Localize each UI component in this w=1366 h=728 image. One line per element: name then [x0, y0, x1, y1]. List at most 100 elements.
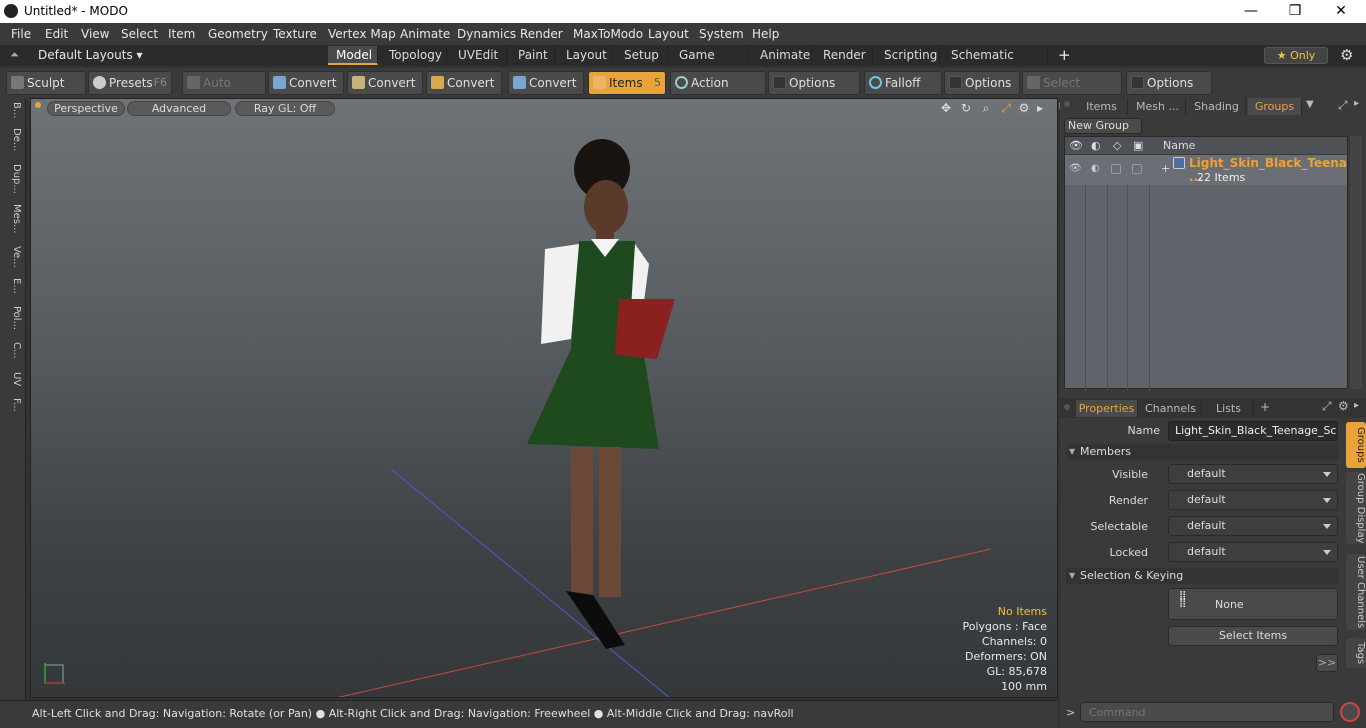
- presets-button[interactable]: Presets F6: [88, 71, 172, 95]
- visibility-toggle-icon[interactable]: 👁: [1069, 163, 1082, 174]
- tab-animate[interactable]: Animate: [752, 46, 812, 65]
- menu-item[interactable]: Item: [168, 27, 195, 41]
- items-mode-button[interactable]: Items 5: [588, 71, 666, 95]
- selection-keying-section[interactable]: Selection & Keying: [1066, 568, 1338, 584]
- left-tab-basic[interactable]: B...: [4, 102, 22, 118]
- tab-items[interactable]: Items: [1076, 98, 1128, 115]
- locked-dropdown[interactable]: default: [1168, 542, 1338, 562]
- menu-geometry[interactable]: Geometry: [208, 27, 268, 41]
- tab-properties[interactable]: Properties: [1076, 400, 1138, 417]
- tab-uvedit[interactable]: UVEdit: [450, 46, 507, 65]
- gear-icon[interactable]: ⚙: [1338, 399, 1349, 413]
- tab-model[interactable]: Model: [328, 46, 378, 65]
- groups-list[interactable]: 👁 ◐ ◇ ▣ Name 👁 ◐ + Light_Skin_Black_Teen…: [1064, 136, 1348, 390]
- menu-animate[interactable]: Animate: [400, 27, 450, 41]
- name-field[interactable]: Light_Skin_Black_Teenage_Schoo: [1168, 421, 1338, 441]
- action-center-button[interactable]: Action Center: [670, 71, 766, 112]
- left-tab-curve[interactable]: C...: [4, 342, 22, 359]
- menu-dynamics[interactable]: Dynamics: [457, 27, 516, 41]
- menu-system[interactable]: System: [699, 27, 744, 41]
- panel-menu-icon[interactable]: [1064, 101, 1070, 107]
- menu-view[interactable]: View: [81, 27, 109, 41]
- tab-schematic-fusion[interactable]: Schematic Fusion: [943, 46, 1048, 81]
- tab-groups[interactable]: Groups: [1248, 98, 1302, 115]
- action-center-options-button[interactable]: Options: [768, 71, 860, 95]
- left-tab-uv[interactable]: UV: [4, 372, 22, 386]
- convert-polygons-button[interactable]: Convert: [426, 71, 502, 95]
- panel-menu-icon[interactable]: [1064, 404, 1070, 410]
- panel-arrow-icon[interactable]: ▸: [1354, 98, 1359, 109]
- menu-help[interactable]: Help: [752, 27, 779, 41]
- falloff-options-button[interactable]: Options: [944, 71, 1020, 95]
- side-tab-user-channels[interactable]: User Channels: [1346, 554, 1366, 630]
- left-tab-deform[interactable]: De...: [4, 128, 22, 151]
- groups-scrollbar[interactable]: [1350, 136, 1362, 389]
- left-tab-polygon[interactable]: Pol...: [4, 306, 22, 330]
- convert-edges-button[interactable]: Convert: [347, 71, 423, 95]
- side-tab-tags[interactable]: Tags: [1346, 638, 1366, 668]
- left-tab-vertex[interactable]: Ve...: [4, 246, 22, 268]
- command-input[interactable]: [1080, 702, 1334, 722]
- render-dropdown[interactable]: default: [1168, 490, 1338, 510]
- tab-render[interactable]: Render: [815, 46, 873, 65]
- render-toggle-icon[interactable]: ◐: [1091, 163, 1100, 174]
- menu-layout[interactable]: Layout: [648, 27, 689, 41]
- left-tab-edge[interactable]: E...: [4, 278, 22, 294]
- 3d-viewport[interactable]: Perspective Advanced Ray GL: Off ✥ ↻ ⌕ ⤢…: [30, 98, 1058, 698]
- render-column-icon[interactable]: ◐: [1091, 139, 1101, 152]
- only-toggle[interactable]: ★ Only: [1264, 47, 1328, 64]
- left-tab-duplicate[interactable]: Dup...: [4, 164, 22, 194]
- select-toggle[interactable]: [1111, 164, 1121, 174]
- tab-paint[interactable]: Paint: [510, 46, 555, 65]
- gear-icon[interactable]: ⚙: [1340, 46, 1353, 64]
- select-column-icon[interactable]: ◇: [1113, 139, 1121, 152]
- tab-shading[interactable]: Shading: [1188, 98, 1246, 115]
- falloff-button[interactable]: Falloff: [864, 71, 942, 95]
- group-row[interactable]: 👁 ◐ + Light_Skin_Black_Teena ... 22 Item…: [1065, 155, 1347, 185]
- tab-lists[interactable]: Lists: [1204, 400, 1254, 417]
- auto-select-button[interactable]: Auto Select: [182, 71, 266, 112]
- selectable-dropdown[interactable]: default: [1168, 516, 1338, 536]
- convert-materials-button[interactable]: Convert: [508, 71, 584, 95]
- menu-maxtomodo[interactable]: MaxToModo: [573, 27, 643, 41]
- expand-icon[interactable]: ⤢: [1322, 399, 1332, 414]
- menu-file[interactable]: File: [11, 27, 31, 41]
- left-tab-mesh-edit[interactable]: Mes...: [4, 204, 22, 234]
- lock-toggle[interactable]: [1132, 164, 1142, 174]
- sculpt-button[interactable]: Sculpt: [6, 71, 86, 95]
- tab-mesh[interactable]: Mesh ...: [1130, 98, 1186, 115]
- members-section[interactable]: Members: [1066, 444, 1338, 460]
- expand-group-icon[interactable]: +: [1161, 162, 1170, 175]
- menu-select[interactable]: Select: [121, 27, 158, 41]
- close-button[interactable]: ✕: [1318, 0, 1364, 23]
- none-button[interactable]: ⁞⁞ ⁞⁞ None: [1168, 588, 1338, 620]
- lock-column-icon[interactable]: ▣: [1133, 139, 1143, 152]
- maximize-button[interactable]: ❐: [1272, 0, 1318, 23]
- more-button[interactable]: >>: [1316, 654, 1338, 672]
- tab-setup[interactable]: Setup: [616, 46, 668, 65]
- tab-game-tools[interactable]: Game Tools: [671, 46, 749, 81]
- side-tab-groups[interactable]: Groups: [1346, 422, 1366, 468]
- new-group-button[interactable]: New Group: [1064, 118, 1142, 134]
- tab-channels[interactable]: Channels: [1140, 400, 1202, 417]
- add-layout-button[interactable]: +: [1058, 46, 1071, 64]
- tab-topology[interactable]: Topology: [381, 46, 447, 65]
- panel-arrow-icon[interactable]: ▸: [1354, 400, 1359, 411]
- convert-vertices-button[interactable]: Convert: [268, 71, 344, 95]
- tab-layout[interactable]: Layout: [558, 46, 613, 65]
- left-tab-fusion[interactable]: F...: [4, 398, 22, 412]
- tabs-dropdown-icon[interactable]: ▼: [1306, 99, 1314, 110]
- visibility-column-icon[interactable]: 👁: [1069, 139, 1083, 152]
- select-through-button[interactable]: Select Through: [1022, 71, 1122, 112]
- tab-scripting[interactable]: Scripting: [876, 46, 940, 65]
- side-tab-group-display[interactable]: Group Display: [1346, 472, 1366, 544]
- menu-vertex-map[interactable]: Vertex Map: [328, 27, 396, 41]
- layout-menu-icon[interactable]: ⏶: [10, 48, 19, 62]
- layout-selector[interactable]: Default Layouts ▾: [38, 48, 143, 62]
- expand-icon[interactable]: ⤢: [1338, 98, 1348, 113]
- menu-render[interactable]: Render: [520, 27, 563, 41]
- select-items-button[interactable]: Select Items: [1168, 626, 1338, 646]
- menu-texture[interactable]: Texture: [273, 27, 317, 41]
- add-tab-button[interactable]: +: [1260, 400, 1270, 414]
- select-through-options-button[interactable]: Options: [1126, 71, 1212, 95]
